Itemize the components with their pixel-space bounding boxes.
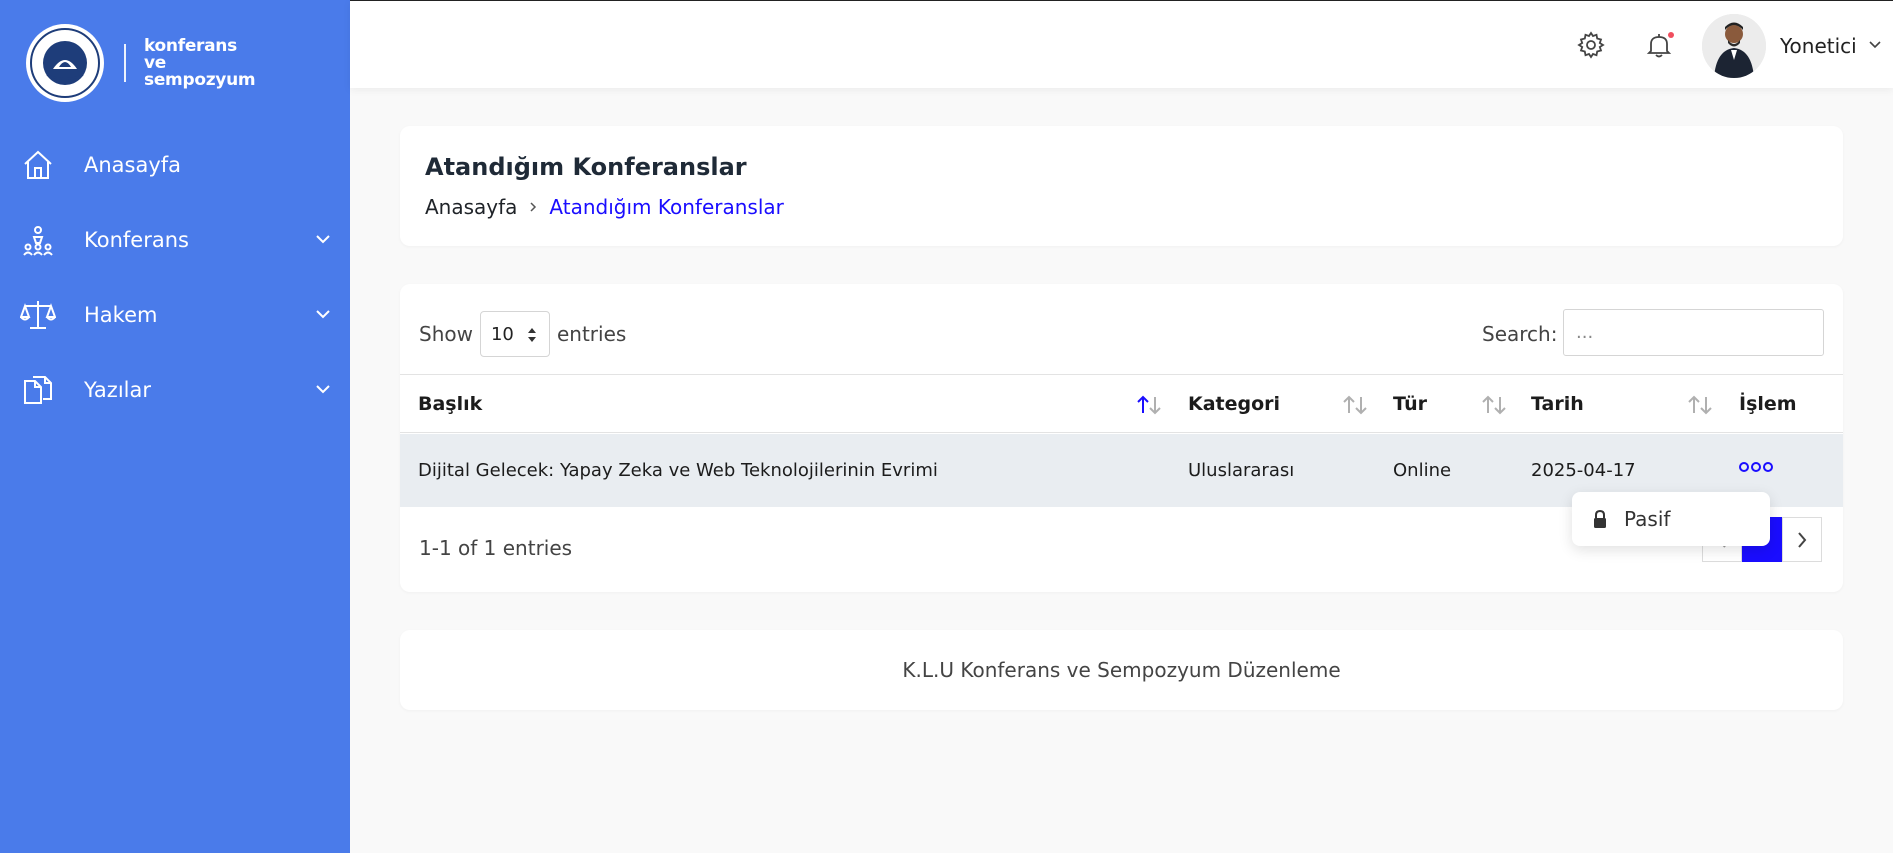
sidebar-nav: Anasayfa Konferans Hakem Yazılar <box>0 127 350 427</box>
chevron-right-icon <box>1798 531 1807 548</box>
breadcrumb-current: Atandığım Konferanslar <box>549 195 784 219</box>
footer-text: K.L.U Konferans ve Sempozyum Düzenleme <box>902 658 1341 682</box>
column-header-kategori[interactable]: Kategori <box>1188 393 1280 415</box>
table-info: 1-1 of 1 entries <box>419 536 573 560</box>
action-menu-label: Pasif <box>1624 507 1671 531</box>
page-length-value: 10 <box>490 323 514 345</box>
brand-line-2: ve <box>144 52 167 73</box>
brand[interactable]: konferans ve sempozyum <box>26 24 256 102</box>
search-label: Search: <box>1482 322 1558 346</box>
notification-dot <box>1668 32 1674 38</box>
brand-line-3: sempozyum <box>144 69 256 90</box>
sort-icon[interactable] <box>1479 393 1509 417</box>
search-input[interactable]: ... <box>1563 309 1824 356</box>
entries-label: entries <box>556 322 627 346</box>
breadcrumb: Anasayfa Atandığım Konferanslar <box>425 195 784 219</box>
scales-icon <box>20 297 56 333</box>
sort-asc-icon[interactable] <box>1134 393 1164 417</box>
column-header-tur[interactable]: Tür <box>1393 393 1427 415</box>
cell-kategori: Uluslararası <box>1188 460 1295 481</box>
sidebar-item-label: Anasayfa <box>84 152 182 177</box>
column-header-baslik[interactable]: Başlık <box>418 393 482 415</box>
sidebar-item-yazilar[interactable]: Yazılar <box>0 352 350 427</box>
page-title: Atandığım Konferanslar <box>425 153 747 181</box>
avatar[interactable] <box>1702 14 1766 78</box>
page-length-control: Show 10 entries <box>419 311 626 357</box>
footer: K.L.U Konferans ve Sempozyum Düzenleme <box>400 630 1843 710</box>
sidebar: konferans ve sempozyum Anasayfa Konferan… <box>0 0 350 853</box>
brand-line-1: konferans <box>144 35 237 56</box>
action-menu-item-pasif[interactable]: Pasif <box>1572 492 1770 546</box>
people-icon <box>20 222 56 258</box>
cell-baslik: Dijital Gelecek: Yapay Zeka ve Web Tekno… <box>418 460 938 481</box>
documents-icon <box>20 372 56 408</box>
chevron-down-icon <box>316 310 330 319</box>
sidebar-item-konferans[interactable]: Konferans <box>0 202 350 277</box>
sort-icon[interactable] <box>1685 393 1715 417</box>
brand-divider <box>124 44 126 82</box>
user-name[interactable]: Yonetici <box>1780 34 1857 58</box>
sidebar-item-anasayfa[interactable]: Anasayfa <box>0 127 350 202</box>
chevron-right-icon <box>530 202 537 212</box>
chevron-down-icon <box>316 385 330 394</box>
sidebar-item-label: Konferans <box>84 227 189 252</box>
sort-caret-icon <box>527 328 536 342</box>
sidebar-item-label: Yazılar <box>84 377 151 402</box>
brand-name: konferans ve sempozyum <box>144 35 256 90</box>
show-label: Show <box>419 322 473 346</box>
cell-tur: Online <box>1393 460 1452 481</box>
university-logo <box>26 24 104 102</box>
table-header: Başlık Kategori Tür Tarih İşlem <box>400 374 1843 433</box>
topbar: Yonetici <box>350 0 1893 88</box>
sidebar-item-hakem[interactable]: Hakem <box>0 277 350 352</box>
gear-icon[interactable] <box>1577 31 1605 59</box>
breadcrumb-home-link[interactable]: Anasayfa <box>425 195 517 219</box>
next-page-button[interactable] <box>1782 517 1822 562</box>
chevron-down-icon <box>316 235 330 244</box>
more-actions-icon[interactable] <box>1739 459 1773 475</box>
sort-icon[interactable] <box>1340 393 1370 417</box>
page-header-card: Atandığım Konferanslar Anasayfa Atandığı… <box>400 126 1843 246</box>
chevron-down-icon[interactable] <box>1868 38 1882 52</box>
page-length-select[interactable]: 10 <box>479 311 550 357</box>
column-header-tarih[interactable]: Tarih <box>1531 393 1584 415</box>
search-placeholder: ... <box>1576 322 1594 343</box>
cell-tarih: 2025-04-17 <box>1531 460 1636 481</box>
sidebar-item-label: Hakem <box>84 302 158 327</box>
home-icon <box>20 147 56 183</box>
lock-icon <box>1594 509 1606 528</box>
column-header-islem: İşlem <box>1739 393 1797 415</box>
